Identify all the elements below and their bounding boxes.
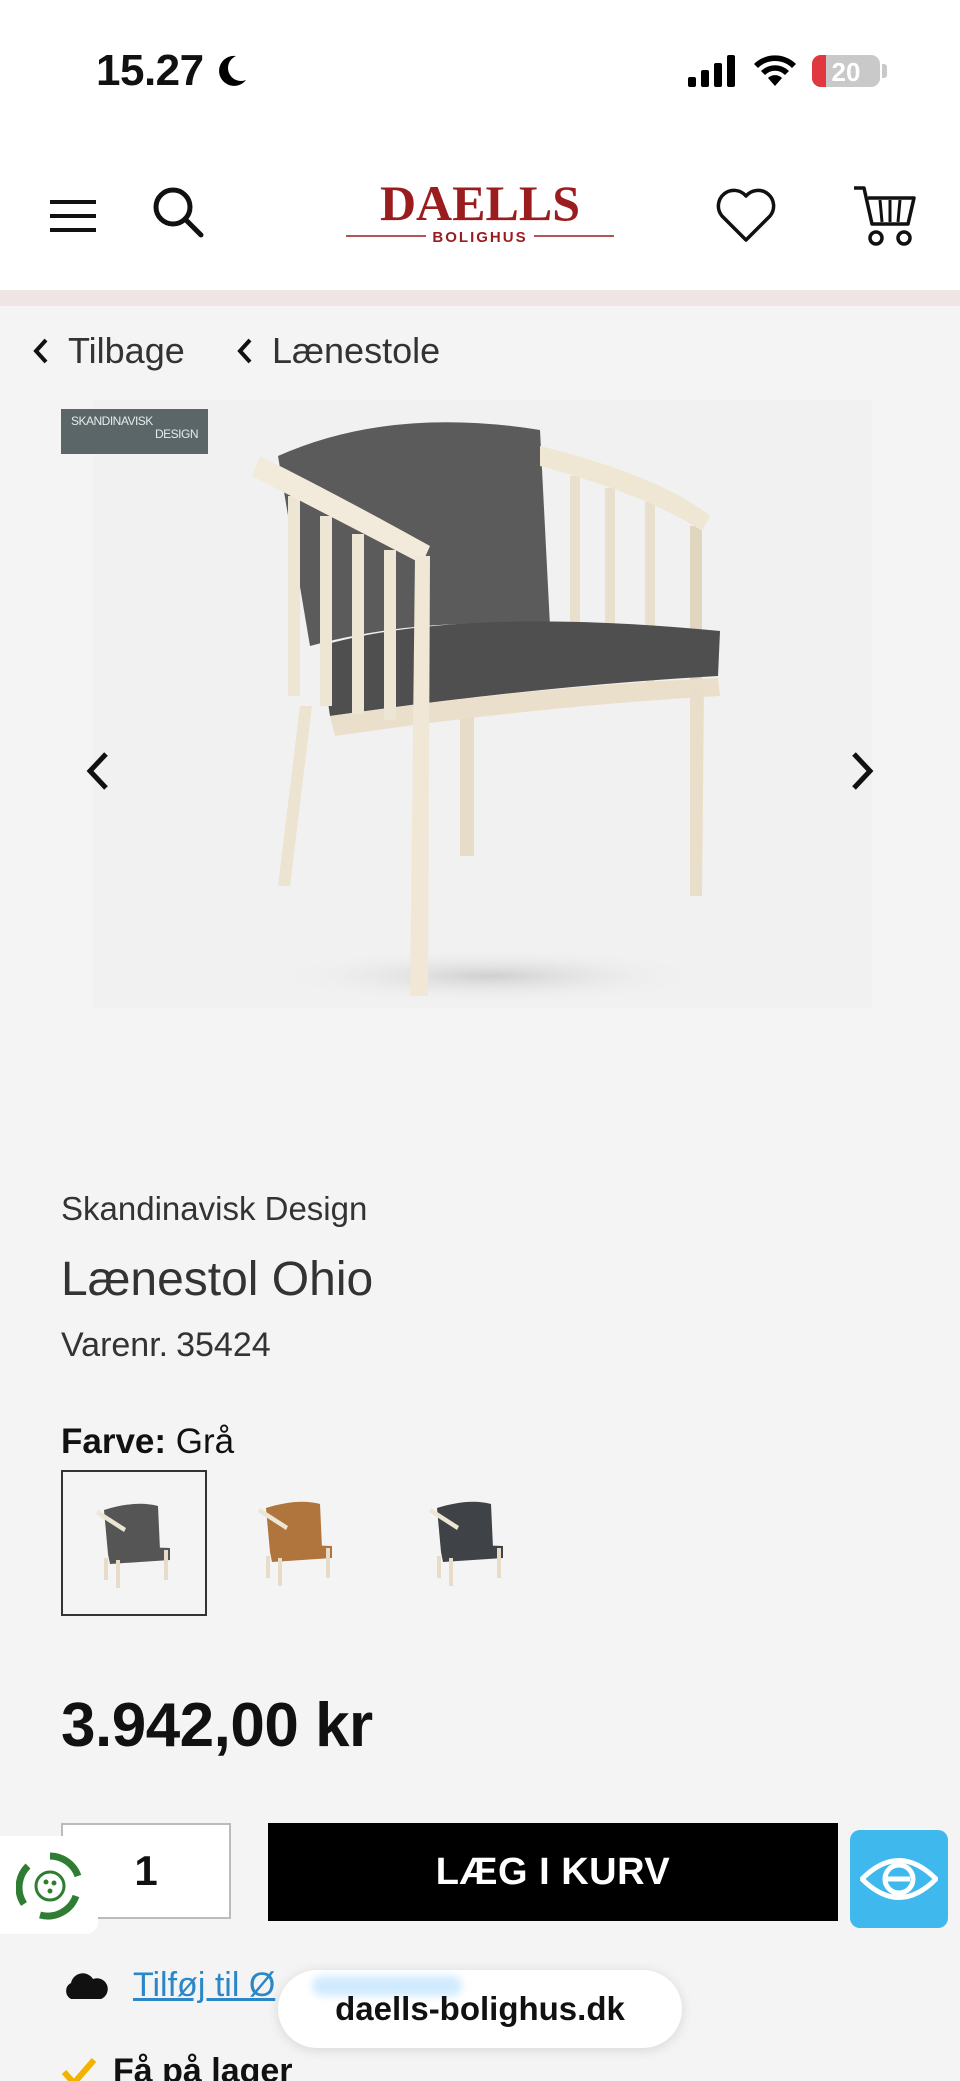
brand-tag-line2: DESIGN	[154, 427, 199, 441]
color-swatch-cognac[interactable]	[225, 1470, 371, 1616]
chevron-left-icon	[237, 338, 252, 364]
battery-icon: 20	[812, 55, 880, 87]
cellular-signal-icon	[688, 55, 735, 87]
product-sku: Varenr. 35424	[61, 1326, 271, 1365]
back-link[interactable]: Tilbage	[30, 330, 185, 372]
sku-label: Varenr.	[61, 1326, 169, 1364]
cloud-icon	[66, 1972, 108, 1999]
swatch-chair-thumbnail	[429, 1501, 503, 1586]
battery-percent: 20	[831, 57, 861, 87]
svg-text:BOLIGHUS: BOLIGHUS	[432, 229, 527, 246]
chevron-left-icon	[33, 338, 48, 364]
breadcrumb-category-link[interactable]: Lænestole	[234, 330, 440, 372]
color-swatch-dark-gray[interactable]	[396, 1470, 542, 1616]
daells-logo[interactable]: DAELLS BOLIGHUS	[340, 172, 620, 252]
product-brand[interactable]: Skandinavisk Design	[61, 1190, 367, 1228]
product-image-chair	[252, 422, 720, 1004]
wifi-icon	[754, 55, 796, 86]
back-link-label: Tilbage	[68, 330, 185, 371]
breadcrumb-category-label: Lænestole	[272, 330, 441, 371]
gallery-next-arrow[interactable]	[838, 746, 882, 796]
wishlist-heart-icon[interactable]	[716, 188, 776, 244]
swatch-chair-thumbnail	[96, 1503, 170, 1588]
status-bar: 15.27 20	[0, 0, 960, 130]
browser-url: daells-bolighus.dk	[335, 1990, 625, 2027]
recycle-icon	[16, 1852, 82, 1920]
add-to-wishlist-link[interactable]: Tilføj til Ø	[133, 1966, 275, 2005]
product-title: Lænestol Ohio	[61, 1253, 374, 1306]
color-selector-label: Farve: Grå	[61, 1422, 234, 1462]
checkmark-icon	[61, 2057, 97, 2081]
gallery-prev-arrow[interactable]	[78, 746, 122, 796]
stock-text: Få på lager	[113, 2052, 293, 2081]
recycle-badge[interactable]	[0, 1836, 98, 1934]
brand-tag-line1: SKANDINAVISK	[71, 414, 153, 428]
moon-icon	[219, 55, 246, 86]
accessibility-button[interactable]	[850, 1830, 948, 1928]
header-divider	[0, 290, 960, 306]
product-price: 3.942,00 kr	[61, 1691, 373, 1760]
stock-status: Få på lager	[61, 2052, 293, 2081]
color-value: Grå	[175, 1422, 235, 1461]
eye-accessibility-icon	[860, 1858, 938, 1900]
sku-value: 35424	[176, 1326, 271, 1364]
site-header: DAELLS BOLIGHUS	[0, 130, 960, 290]
browser-address-bar[interactable]: daells-bolighus.dk	[278, 1970, 682, 2048]
shopping-cart-icon[interactable]	[852, 184, 918, 248]
battery-nub	[882, 64, 887, 78]
swatch-chair-thumbnail	[258, 1501, 332, 1586]
add-to-wishlist-row: Tilføj til Ø	[61, 1966, 275, 2005]
status-time: 15.27	[96, 46, 204, 95]
brand-logo-tag: SKANDINAVISK DESIGN	[61, 409, 208, 454]
search-icon[interactable]	[152, 186, 204, 238]
svg-text:DAELLS: DAELLS	[380, 175, 580, 231]
color-swatch-gray[interactable]	[61, 1470, 207, 1616]
breadcrumb: Tilbage Lænestole	[0, 330, 960, 380]
add-to-cart-button[interactable]: LÆG I KURV	[268, 1823, 838, 1921]
color-label: Farve:	[61, 1422, 167, 1461]
hamburger-menu-icon[interactable]	[50, 198, 96, 234]
